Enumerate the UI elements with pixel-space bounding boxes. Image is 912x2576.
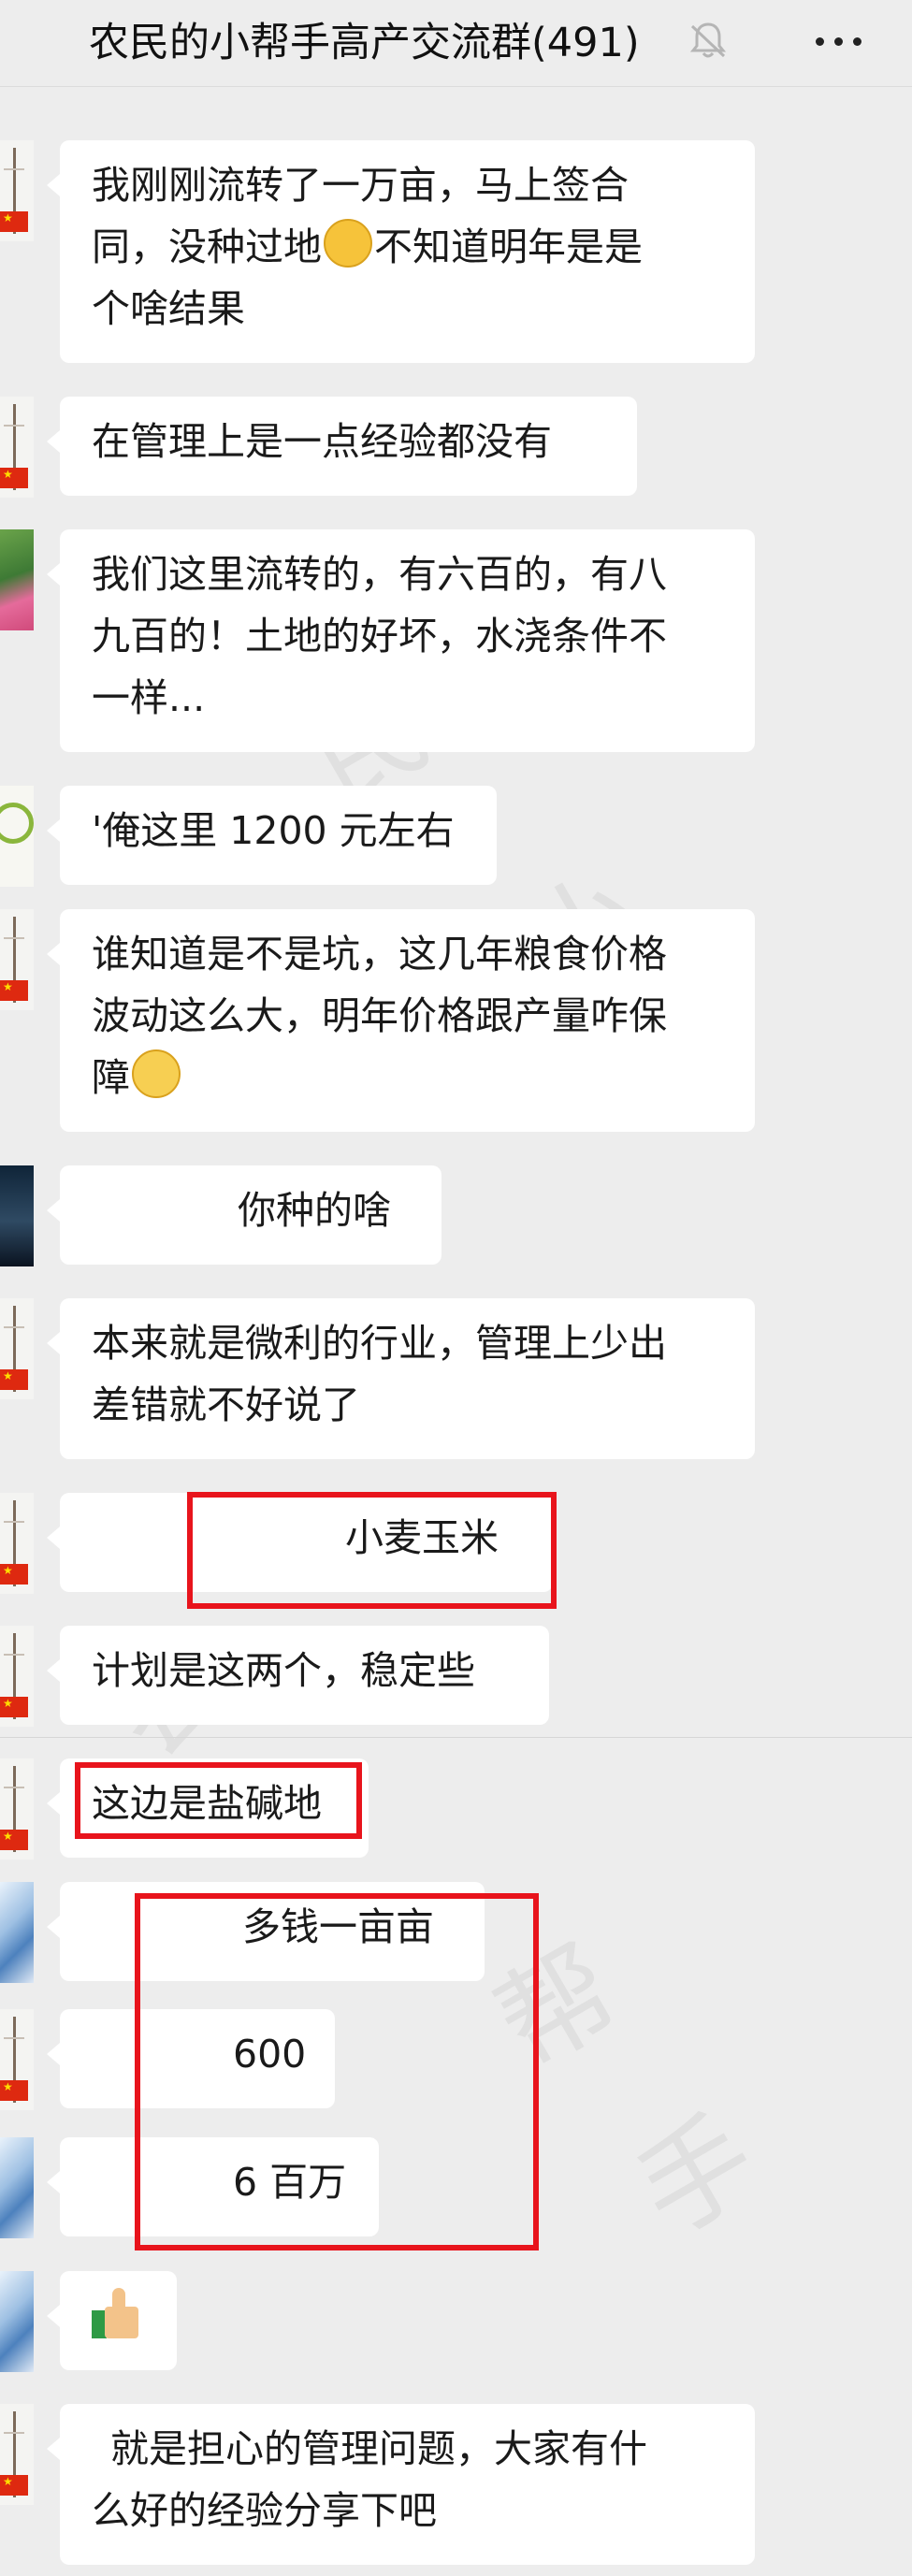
avatar[interactable] — [0, 786, 34, 887]
divider — [0, 1737, 912, 1738]
avatar[interactable] — [0, 2404, 34, 2505]
avatar[interactable] — [0, 529, 34, 630]
message-bubble[interactable]: 你种的啥 — [47, 1165, 442, 1265]
avatar[interactable] — [0, 1298, 34, 1399]
avatar[interactable] — [0, 2009, 34, 2110]
message-text: 你种的啥 — [238, 1188, 391, 1233]
avatar[interactable] — [0, 140, 34, 241]
message-text: 我们这里流转的，有六百的，有八 — [92, 552, 667, 597]
message-bubble[interactable]: 在管理上是一点经验都没有 — [47, 397, 637, 496]
avatar[interactable] — [0, 1165, 34, 1266]
message-text: 一样... — [92, 675, 206, 720]
message-bubble[interactable]: 谁知道是不是坑，这几年粮食价格 波动这么大，明年价格跟产量咋保 障 — [47, 909, 755, 1132]
message-text: 谁知道是不是坑，这几年粮食价格 — [92, 932, 667, 977]
thinking-face-icon — [324, 219, 372, 268]
avatar[interactable] — [0, 2137, 34, 2238]
message-text: 本来就是微利的行业，管理上少出 — [92, 1321, 667, 1366]
message-bubble[interactable] — [47, 2271, 177, 2370]
message-text: 么好的经验分享下吧 — [92, 2488, 437, 2533]
message-text: 波动这么大，明年价格跟产量咋保 — [92, 993, 667, 1038]
thumbs-up-icon — [92, 2286, 140, 2338]
chat-header: 农民的小帮手高产交流群(491) — [0, 0, 912, 87]
message-text: 障 — [92, 1047, 723, 1108]
highlight-box — [187, 1492, 557, 1609]
avatar[interactable] — [0, 1493, 34, 1594]
chat-title[interactable]: 农民的小帮手高产交流群(491) — [89, 13, 640, 73]
message-bubble[interactable]: 本来就是微利的行业，管理上少出 差错就不好说了 — [47, 1298, 755, 1459]
message-text: 我刚刚流转了一万亩，马上签合 — [92, 163, 629, 208]
message-text: 在管理上是一点经验都没有 — [92, 419, 552, 464]
message-bubble[interactable]: 我们这里流转的，有六百的，有八 九百的！土地的好坏，水浇条件不 一样... — [47, 529, 755, 752]
woozy-face-icon — [132, 1049, 181, 1098]
message-text: 个啥结果 — [92, 286, 245, 331]
message-text: 就是担心的管理问题，大家有什 — [110, 2426, 647, 2471]
avatar[interactable] — [0, 2271, 34, 2372]
avatar[interactable] — [0, 1758, 34, 1860]
message-text: 计划是这两个，稳定些 — [92, 1648, 475, 1693]
message-text: 同，没种过地 不知道明年是是 — [92, 216, 723, 278]
highlight-box — [75, 1762, 362, 1839]
message-bubble[interactable]: '俺这里 1200 元左右 — [47, 786, 497, 885]
avatar[interactable] — [0, 1882, 34, 1983]
avatar[interactable] — [0, 397, 34, 498]
message-bubble[interactable]: 我刚刚流转了一万亩，马上签合 同，没种过地 不知道明年是是 个啥结果 — [47, 140, 755, 363]
watermark: 手 — [616, 2091, 779, 2262]
message-text: '俺这里 1200 元左右 — [92, 808, 455, 853]
more-options-button[interactable] — [814, 26, 866, 56]
bell-muted-icon — [689, 22, 727, 58]
highlight-box — [135, 1893, 539, 2250]
message-bubble[interactable]: 计划是这两个，稳定些 — [47, 1626, 549, 1725]
message-text: 差错就不好说了 — [92, 1382, 360, 1427]
avatar[interactable] — [0, 909, 34, 1010]
message-bubble[interactable]: 就是担心的管理问题，大家有什 么好的经验分享下吧 — [47, 2404, 755, 2565]
message-text: 九百的！土地的好坏，水浇条件不 — [92, 614, 667, 658]
avatar[interactable] — [0, 1626, 34, 1727]
